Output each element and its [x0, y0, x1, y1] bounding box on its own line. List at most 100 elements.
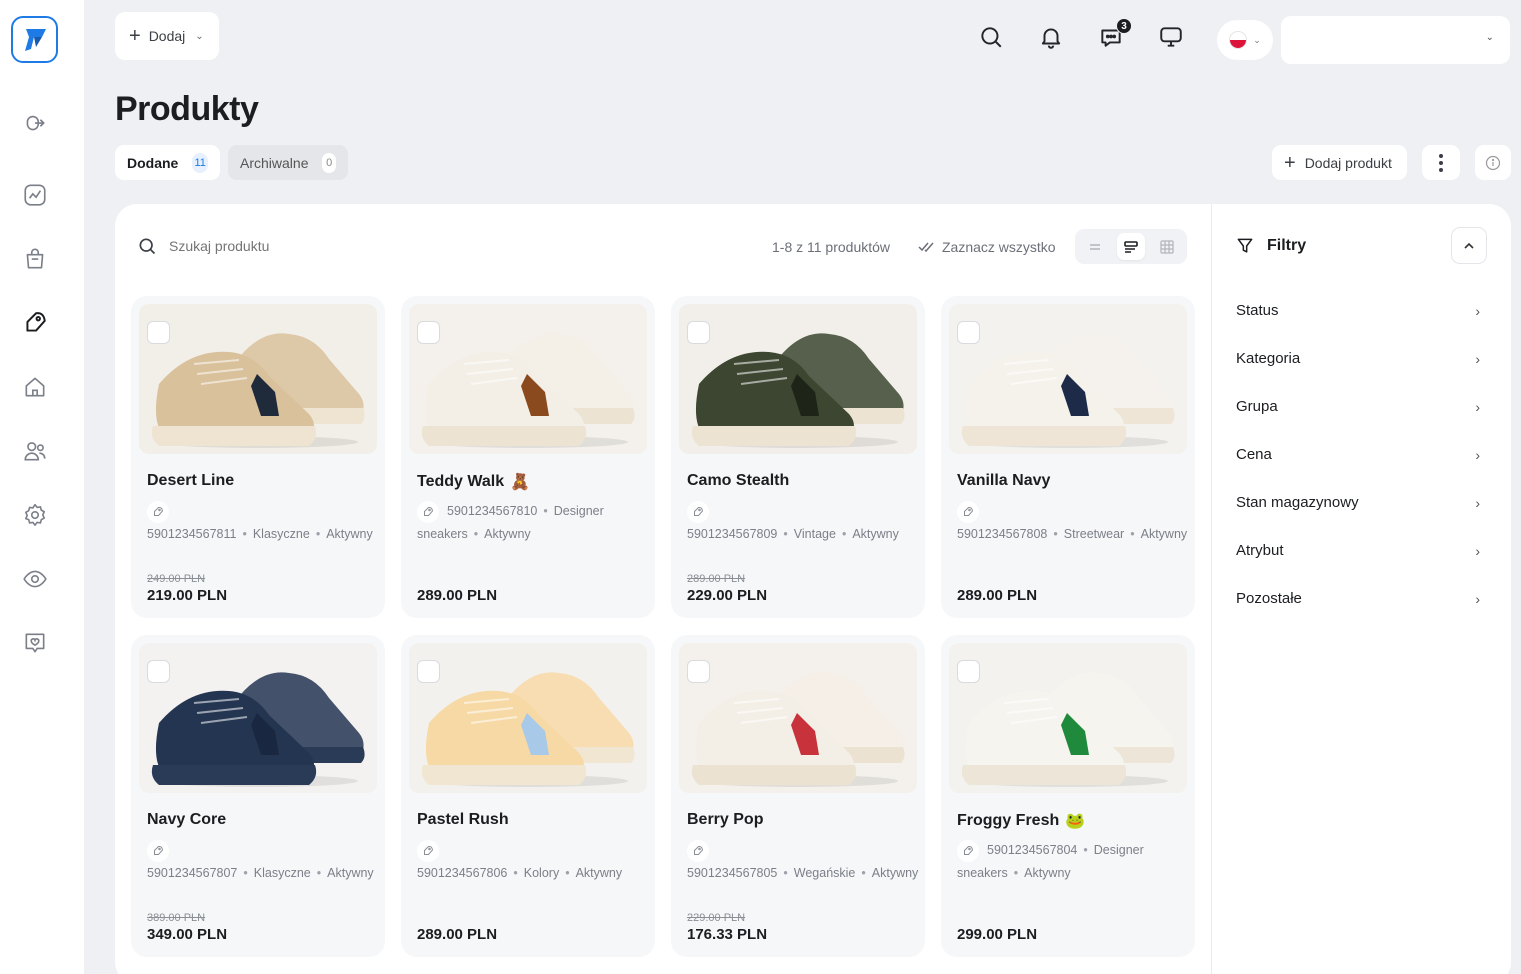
product-price: 289.00 PLN	[417, 926, 498, 943]
card-view-icon	[1124, 240, 1138, 253]
product-name-text: Desert Line	[147, 472, 235, 489]
product-name[interactable]: Vanilla Navy	[957, 472, 1056, 490]
product-meta: 5901234567807 • Klasyczne • Aktywny	[147, 839, 377, 885]
product-image[interactable]	[139, 304, 377, 454]
tab-label: Dodane	[127, 154, 179, 171]
product-card[interactable]: Teddy Walk 🧸 5901234567810 • Designer snea…	[401, 296, 655, 618]
product-ean: 5901234567806	[417, 866, 508, 880]
product-image[interactable]	[679, 304, 917, 454]
product-checkbox[interactable]	[147, 321, 170, 344]
products-tag-icon[interactable]	[20, 308, 50, 338]
bell-icon[interactable]	[1038, 24, 1064, 50]
panel-divider	[1211, 204, 1212, 974]
chat-icon[interactable]: 3	[1098, 18, 1132, 50]
support-heart-icon[interactable]	[20, 628, 50, 658]
product-ean: 5901234567811	[147, 527, 237, 541]
product-checkbox[interactable]	[687, 660, 710, 683]
grid-view-icon	[1160, 239, 1174, 254]
double-check-icon	[918, 242, 934, 253]
filter-item[interactable]: Grupa ›	[1236, 398, 1480, 415]
sneaker-illustration	[421, 333, 635, 448]
product-image[interactable]	[949, 304, 1187, 454]
product-checkbox[interactable]	[417, 321, 440, 344]
search-box[interactable]	[137, 236, 369, 256]
product-name[interactable]: Navy Core	[147, 811, 232, 829]
view-list-button[interactable]	[1081, 233, 1109, 260]
add-product-label: Dodaj produkt	[1304, 154, 1392, 171]
select-all-button[interactable]: Zaznacz wszystko	[918, 239, 1056, 255]
tab-archived[interactable]: Archiwalne 0	[228, 145, 348, 180]
filter-item[interactable]: Kategoria ›	[1236, 350, 1480, 367]
info-button[interactable]	[1475, 145, 1511, 180]
product-image[interactable]	[409, 304, 647, 454]
add-dropdown-button[interactable]: + Dodaj ⌄	[115, 12, 219, 60]
page-title: Produkty	[115, 90, 259, 128]
eye-icon[interactable]	[20, 564, 50, 594]
product-card[interactable]: Froggy Fresh 🐸 5901234567804 • Designer sn…	[941, 635, 1195, 957]
language-selector[interactable]: ⌄	[1217, 20, 1273, 60]
product-name-text: Vanilla Navy	[957, 472, 1051, 489]
product-image[interactable]	[949, 643, 1187, 793]
sneaker-illustration	[421, 672, 635, 787]
filter-item[interactable]: Cena ›	[1236, 446, 1480, 463]
product-card[interactable]: Camo Stealth 5901234567809 • Vintage • Aktyw…	[671, 296, 925, 618]
product-name[interactable]: Berry Pop	[687, 811, 769, 829]
users-icon[interactable]	[20, 436, 50, 466]
view-switch	[1075, 229, 1187, 264]
logo-mark	[24, 28, 46, 51]
filter-funnel-icon	[1237, 238, 1253, 253]
search-input[interactable]	[169, 238, 369, 254]
collapse-filters-button[interactable]	[1451, 227, 1487, 264]
shopping-bag-icon[interactable]	[20, 244, 50, 274]
app-logo[interactable]	[11, 16, 58, 63]
product-checkbox[interactable]	[957, 660, 980, 683]
sneaker-illustration	[961, 333, 1175, 448]
settings-gear-icon[interactable]	[20, 500, 50, 530]
product-meta: 5901234567809 • Vintage • Aktywny	[687, 500, 917, 546]
product-image[interactable]	[679, 643, 917, 793]
monitor-icon[interactable]	[1158, 24, 1184, 50]
product-image[interactable]	[409, 643, 647, 793]
chevron-down-icon: ⌄	[195, 30, 204, 42]
barcode-tag-icon	[957, 839, 979, 862]
add-product-button[interactable]: + Dodaj produkt	[1272, 145, 1407, 180]
tab-count-badge: 0	[322, 152, 336, 173]
poland-flag-icon	[1229, 31, 1248, 49]
product-card[interactable]: Pastel Rush 5901234567806 • Kolory • Aktywny…	[401, 635, 655, 957]
product-checkbox[interactable]	[957, 321, 980, 344]
product-card[interactable]: Vanilla Navy 5901234567808 • Streetwear • Ak…	[941, 296, 1195, 618]
home-icon[interactable]	[20, 372, 50, 402]
search-icon[interactable]	[978, 24, 1004, 50]
product-ean: 5901234567809	[687, 527, 778, 541]
filter-item[interactable]: Pozostałe ›	[1236, 590, 1480, 607]
more-options-button[interactable]	[1422, 145, 1460, 180]
product-name-text: Pastel Rush	[417, 811, 509, 828]
product-checkbox[interactable]	[417, 660, 440, 683]
product-name[interactable]: Teddy Walk 🧸	[417, 472, 530, 492]
analytics-icon[interactable]	[20, 180, 50, 210]
sneaker-illustration	[151, 672, 365, 787]
view-cards-button[interactable]	[1117, 233, 1145, 260]
filter-item[interactable]: Stan magazynowy ›	[1236, 494, 1480, 511]
product-meta-item: Kolory	[523, 866, 560, 880]
view-grid-button[interactable]	[1153, 233, 1181, 260]
product-name[interactable]: Pastel Rush	[417, 811, 515, 829]
product-card[interactable]: Berry Pop 5901234567805 • Wegańskie • Aktywn…	[671, 635, 925, 957]
product-name[interactable]: Froggy Fresh 🐸	[957, 811, 1085, 831]
product-checkbox[interactable]	[147, 660, 170, 683]
product-meta: 5901234567804 • Designer sneakers • Aktywny	[957, 839, 1187, 885]
barcode-tag-icon	[417, 839, 439, 862]
product-ean: 5901234567810	[447, 504, 538, 518]
product-image[interactable]	[139, 643, 377, 793]
filter-item[interactable]: Status ›	[1236, 302, 1480, 319]
product-card[interactable]: Desert Line 5901234567811 • Klasyczne • Akty…	[131, 296, 385, 618]
product-name[interactable]: Camo Stealth	[687, 472, 795, 490]
account-selector[interactable]: ⌄	[1281, 16, 1510, 64]
product-checkbox[interactable]	[687, 321, 710, 344]
product-meta-item: Aktywny	[575, 866, 623, 880]
product-card[interactable]: Navy Core 5901234567807 • Klasyczne • Aktywn…	[131, 635, 385, 957]
product-name[interactable]: Desert Line	[147, 472, 240, 490]
logout-icon[interactable]	[20, 108, 50, 138]
filter-item[interactable]: Atrybut ›	[1236, 542, 1480, 559]
tab-added[interactable]: Dodane 11	[115, 145, 220, 180]
